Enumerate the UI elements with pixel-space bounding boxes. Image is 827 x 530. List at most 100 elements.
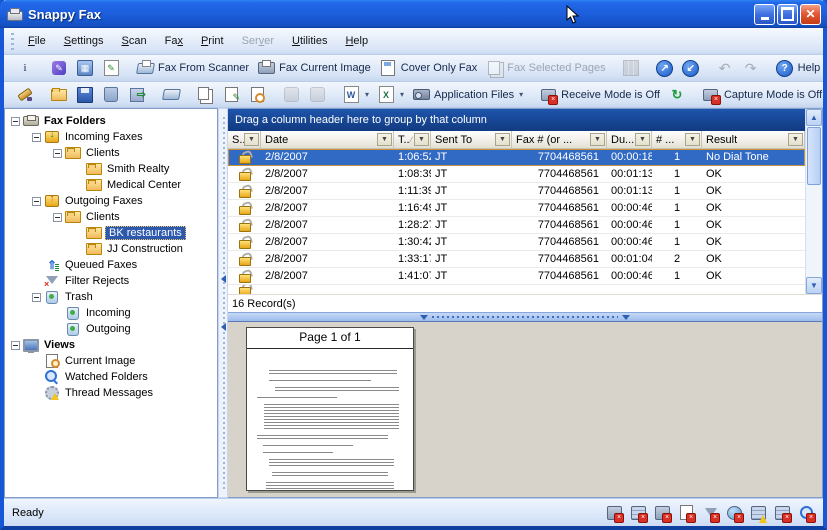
help-button[interactable]: Help <box>772 57 825 79</box>
scanner-icon-button[interactable] <box>158 84 184 106</box>
arrow-down-left-icon-button[interactable] <box>678 57 704 79</box>
tree-item-medical-center[interactable]: Medical Center <box>5 177 217 193</box>
fax-record-row[interactable]: 2/8/2007 1:33:17 A JT 7704468561 00:01:04 2 OK <box>228 251 805 268</box>
close-button[interactable] <box>800 3 821 25</box>
expand-toggle[interactable] <box>11 116 20 126</box>
fax-record-row[interactable]: 2/8/2007 1:06:52 A JT 7704468561 00:00:18 1 No… <box>228 149 805 166</box>
tree-item-jj-construction[interactable]: JJ Construction <box>5 241 217 257</box>
receive-mode-is-off-button[interactable]: Receive Mode is Off <box>535 84 664 106</box>
fax-record-row[interactable]: 2/8/2007 1:16:49 A JT 7704468561 00:00:46 1 OK <box>228 200 805 217</box>
fax-device-status-icon[interactable] <box>654 505 672 523</box>
dropdown-arrow-icon[interactable]: ▾ <box>400 90 404 99</box>
column-filter-button[interactable]: ▼ <box>414 133 429 146</box>
recorder-status-icon[interactable] <box>606 505 624 523</box>
import-icon-button[interactable] <box>124 84 150 106</box>
vertical-splitter[interactable] <box>218 108 228 498</box>
tree-item-trash[interactable]: Trash <box>5 289 217 305</box>
open-folder-icon-button[interactable] <box>46 84 72 106</box>
column-header-s[interactable]: S...▼ <box>228 131 261 149</box>
image-stamp-icon-button[interactable] <box>72 57 98 79</box>
dropdown-arrow-icon[interactable]: ▾ <box>519 90 523 99</box>
fax-record-row[interactable]: 2/8/2007 1:30:42 A JT 7704468561 00:00:46 1 OK <box>228 234 805 251</box>
menu-settings[interactable]: Settings <box>55 31 113 51</box>
tree-item-smith-realty[interactable]: Smith Realty <box>5 161 217 177</box>
column-filter-button[interactable]: ▼ <box>377 133 392 146</box>
scroll-up-button[interactable]: ▲ <box>806 109 822 126</box>
horizontal-splitter[interactable] <box>228 312 822 322</box>
network-refresh-icon-button[interactable] <box>664 84 690 106</box>
capture-mode-is-off-button[interactable]: Capture Mode is Off <box>698 84 826 106</box>
fax-from-scanner-button[interactable]: Fax From Scanner <box>132 57 253 79</box>
print-preview-icon-button[interactable] <box>244 84 270 106</box>
column-header-fax-or[interactable]: Fax # (or ... ▼ <box>512 131 607 149</box>
annotation-icon-button[interactable] <box>46 57 72 79</box>
arrow-up-right-icon-button[interactable] <box>652 57 678 79</box>
expand-toggle[interactable] <box>32 132 41 142</box>
network-status-icon[interactable] <box>726 505 744 523</box>
document-status-icon[interactable] <box>678 505 696 523</box>
column-filter-button[interactable]: ▼ <box>590 133 605 146</box>
menu-utilities[interactable]: Utilities <box>283 31 336 51</box>
tree-item-fax-folders[interactable]: Fax Folders <box>5 113 217 129</box>
tree-item-clients[interactable]: Clients <box>5 209 217 225</box>
fax-record-row[interactable]: 2/8/2007 1:08:39 A JT 7704468561 00:01:13 1 OK <box>228 166 805 183</box>
queue-alert-status-icon[interactable] <box>750 505 767 523</box>
server-status-icon[interactable] <box>630 505 648 523</box>
copy-icon-button[interactable] <box>192 84 218 106</box>
tree-item-incoming-faxes[interactable]: Incoming Faxes <box>5 129 217 145</box>
tree-item-filter-rejects[interactable]: Filter Rejects <box>5 273 217 289</box>
fax-record-row[interactable]: 2/8/2007 1:41:07 A JT 7704468561 00:00:46 1 OK <box>228 268 805 285</box>
column-filter-button[interactable]: ▼ <box>495 133 510 146</box>
maximize-button[interactable] <box>777 3 798 25</box>
excel-icon-button[interactable]: ▾ <box>373 84 408 106</box>
scroll-down-button[interactable]: ▼ <box>806 277 822 294</box>
tree-item-clients[interactable]: Clients <box>5 145 217 161</box>
column-header-sent-to[interactable]: Sent To ▼ <box>431 131 512 149</box>
word-icon-button[interactable]: ▾ <box>338 84 373 106</box>
tree-item-outgoing-faxes[interactable]: Outgoing Faxes <box>5 193 217 209</box>
delete-icon-button[interactable] <box>98 84 124 106</box>
fax-record-row[interactable]: 2/8/2007 1:28:27 A JT 7704468561 00:00:46 1 OK <box>228 217 805 234</box>
column-filter-button[interactable]: ▼ <box>244 133 259 146</box>
column-header-result[interactable]: Result ▼ <box>702 131 805 149</box>
grid-vertical-scrollbar[interactable]: ▲ ▼ <box>805 109 822 294</box>
column-filter-button[interactable]: ▼ <box>635 133 650 146</box>
info-icon-button[interactable] <box>12 57 38 79</box>
expand-toggle[interactable] <box>32 292 41 302</box>
dropdown-arrow-icon[interactable]: ▾ <box>365 90 369 99</box>
scroll-track[interactable] <box>806 186 822 277</box>
scroll-thumb[interactable] <box>807 127 821 185</box>
title-bar[interactable]: Snappy Fax <box>0 0 827 28</box>
edit-image-icon-button[interactable] <box>98 57 124 79</box>
tree-item-watched-folders[interactable]: Watched Folders <box>5 369 217 385</box>
column-filter-button[interactable]: ▼ <box>685 133 700 146</box>
column-header-t[interactable]: T.. ∕ ▼ <box>394 131 431 149</box>
column-header-du[interactable]: Du... ▼ <box>607 131 652 149</box>
cleanup-icon-button[interactable] <box>12 84 38 106</box>
column-filter-button[interactable]: ▼ <box>788 133 803 146</box>
fax-record-row[interactable]: 2/8/2007 1:11:39 A JT 7704468561 00:01:13 1 OK <box>228 183 805 200</box>
menu-print[interactable]: Print <box>192 31 233 51</box>
menu-help[interactable]: Help <box>336 31 377 51</box>
tree-item-current-image[interactable]: Current Image <box>5 353 217 369</box>
application-files-button[interactable]: Application Files ▾ <box>408 84 527 106</box>
expand-toggle[interactable] <box>53 212 62 222</box>
menu-scan[interactable]: Scan <box>113 31 156 51</box>
tree-item-views[interactable]: Views <box>5 337 217 353</box>
fax-current-image-button[interactable]: Fax Current Image <box>253 57 375 79</box>
column-header-date[interactable]: Date ▼ <box>261 131 394 149</box>
menu-file[interactable]: File <box>19 31 55 51</box>
expand-toggle[interactable] <box>32 196 41 206</box>
tree-item-bk-restaurants[interactable]: BK restaurants <box>5 225 217 241</box>
column-header-[interactable]: # ... ▼ <box>652 131 702 149</box>
tree-item-thread-messages[interactable]: Thread Messages <box>5 385 217 401</box>
menu-fax[interactable]: Fax <box>156 31 192 51</box>
tree-item-queued-faxes[interactable]: Queued Faxes <box>5 257 217 273</box>
edit-page-icon-button[interactable] <box>218 84 244 106</box>
tree-item-outgoing[interactable]: Outgoing <box>5 321 217 337</box>
tree-item-incoming[interactable]: Incoming <box>5 305 217 321</box>
expand-toggle[interactable] <box>11 340 20 350</box>
filter-status-icon[interactable] <box>702 505 720 523</box>
fax-page-thumbnail[interactable]: Page 1 of 1 <box>246 327 414 491</box>
menu-grip-handle[interactable] <box>9 30 16 52</box>
